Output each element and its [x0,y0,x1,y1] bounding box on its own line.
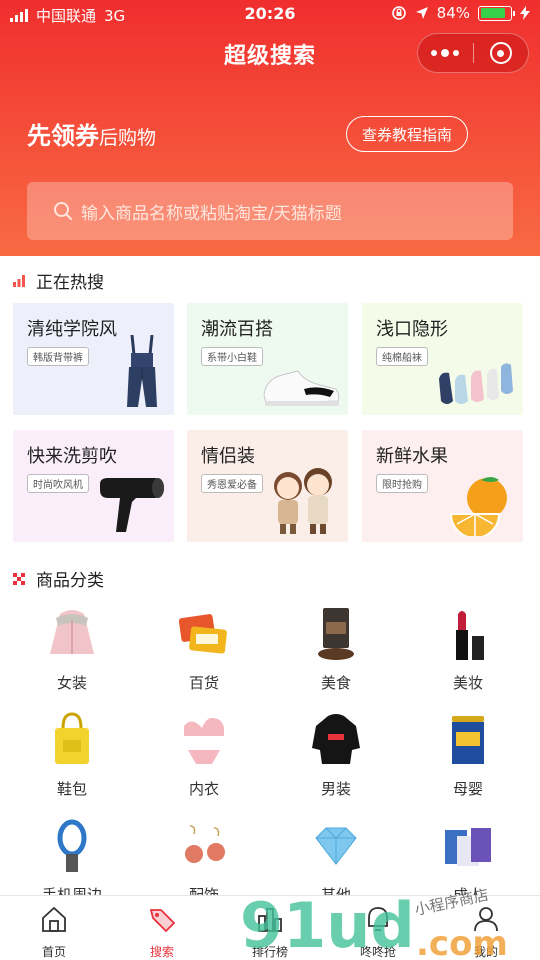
home-icon [42,906,66,932]
category-underwear[interactable]: 内衣 [154,710,254,799]
category-header: 商品分类 [12,566,104,591]
hoodie-icon [312,714,360,764]
tab-search[interactable]: 搜索 [108,896,216,960]
category-accessories[interactable]: 配饰 [154,816,254,905]
battery-icon [478,5,515,21]
category-label: 男装 [320,780,351,798]
search-placeholder: 输入商品名称或粘贴淘宝/天猫标题 [81,203,342,224]
hot-card-couple[interactable]: 情侣装 秀恩爱必备 [187,430,348,542]
hot-card-tag: 系带小白鞋 [201,347,263,366]
bell-icon [368,907,388,931]
category-label: 内衣 [188,780,219,798]
category-household[interactable]: 百货 [154,604,254,693]
category-food[interactable]: 美食 [286,604,386,693]
bag-icon [55,712,89,764]
tab-home[interactable]: 首页 [0,896,108,960]
hot-card-tag: 秀恩爱必备 [201,474,263,493]
couple-icon [274,468,332,534]
tab-ranking[interactable]: 排行榜 [216,896,324,960]
hot-card-tag: 纯棉船袜 [376,347,428,366]
hot-card-overalls[interactable]: 清纯学院风 韩版背带裤 [13,303,174,415]
tab-label: 我的 [473,945,498,959]
category-phone-accessories[interactable]: 手机周边 [22,816,122,905]
category-adult[interactable]: 成人 [418,816,518,905]
charging-icon [520,6,530,20]
close-miniprogram-button[interactable] [473,33,528,73]
tab-label: 搜索 [149,945,174,959]
tab-profile[interactable]: 我的 [432,896,540,960]
pad-icon [178,614,227,654]
diamond-icon [315,827,357,865]
coat-icon [50,610,94,654]
socks-icon [439,363,513,404]
lock-rotation-icon [391,6,406,20]
user-icon [474,907,498,932]
category-menswear[interactable]: 男装 [286,710,386,799]
tab-flash-sale[interactable]: 咚咚抢 [324,896,432,960]
overalls-icon [127,335,157,407]
category-label: 母婴 [452,780,483,798]
slogan-main: 先领券 [27,122,99,150]
category-womenswear[interactable]: 女装 [22,604,122,693]
orange-icon [449,477,507,536]
category-shoes-bags[interactable]: 鞋包 [22,710,122,799]
coupon-guide-button[interactable]: 查券教程指南 [346,116,468,152]
hot-search-header: 正在热搜 [12,268,104,293]
slogan-sub: 后购物 [99,127,157,149]
hot-card-fruit[interactable]: 新鲜水果 限时抢购 [362,430,523,542]
search-icon [54,202,72,220]
tag-icon [149,909,176,933]
category-label: 美妆 [452,674,483,692]
hair-dryer-icon [100,478,164,532]
hot-card-name: 情侣装 [201,446,255,467]
sneaker-icon [263,370,340,406]
coffee-icon [318,608,354,660]
hot-card-tag: 时尚吹风机 [27,474,89,493]
box-icon [445,828,491,866]
earring-icon [185,825,225,863]
hot-card-tag: 韩版背带裤 [27,347,89,366]
category-other[interactable]: 其他 [286,816,386,905]
search-input[interactable]: 输入商品名称或粘贴淘宝/天猫标题 [27,182,513,240]
chart-icon [258,908,282,932]
hot-card-name: 浅口隐形 [376,319,448,340]
milk-powder-icon [452,716,484,764]
hot-card-name: 新鲜水果 [376,446,448,467]
category-label: 鞋包 [56,780,87,798]
category-label: 美食 [320,674,351,692]
category-label: 女装 [56,674,87,692]
tab-label: 首页 [41,945,66,959]
hot-card-name: 清纯学院风 [27,319,117,340]
hot-card-sneakers[interactable]: 潮流百搭 系带小白鞋 [187,303,348,415]
category-grid-icon [13,572,25,585]
status-bar: 中国联通 3G 20:26 84% [0,0,540,28]
miniprogram-capsule [417,33,529,73]
more-dots-icon [431,50,438,56]
tab-label: 咚咚抢 [359,945,396,959]
location-arrow-icon [415,7,428,19]
hot-card-socks[interactable]: 浅口隐形 纯棉船袜 [362,303,523,415]
lingerie-icon [184,718,224,764]
hot-card-hairdryer[interactable]: 快来洗剪吹 时尚吹风机 [13,430,174,542]
hot-search-title: 正在热搜 [36,273,104,293]
hot-card-name: 潮流百搭 [201,319,273,340]
hot-card-name: 快来洗剪吹 [27,446,117,467]
hot-card-tag: 限时抢购 [376,474,428,493]
category-label: 百货 [188,674,219,692]
battery-percent: 84% [436,4,470,22]
slogan: 先领券后购物 [27,116,156,151]
lipstick-icon [456,611,484,660]
category-mother-baby[interactable]: 母婴 [418,710,518,799]
category-title: 商品分类 [36,571,104,591]
tab-label: 排行榜 [251,945,288,959]
target-circle-icon [489,42,512,64]
category-cosmetics[interactable]: 美妆 [418,604,518,693]
bar-chart-icon [13,274,25,287]
tab-bar: 首页 搜索 排行榜 咚咚抢 我的 [0,895,540,960]
fan-icon [57,819,87,872]
more-button[interactable] [418,33,473,73]
